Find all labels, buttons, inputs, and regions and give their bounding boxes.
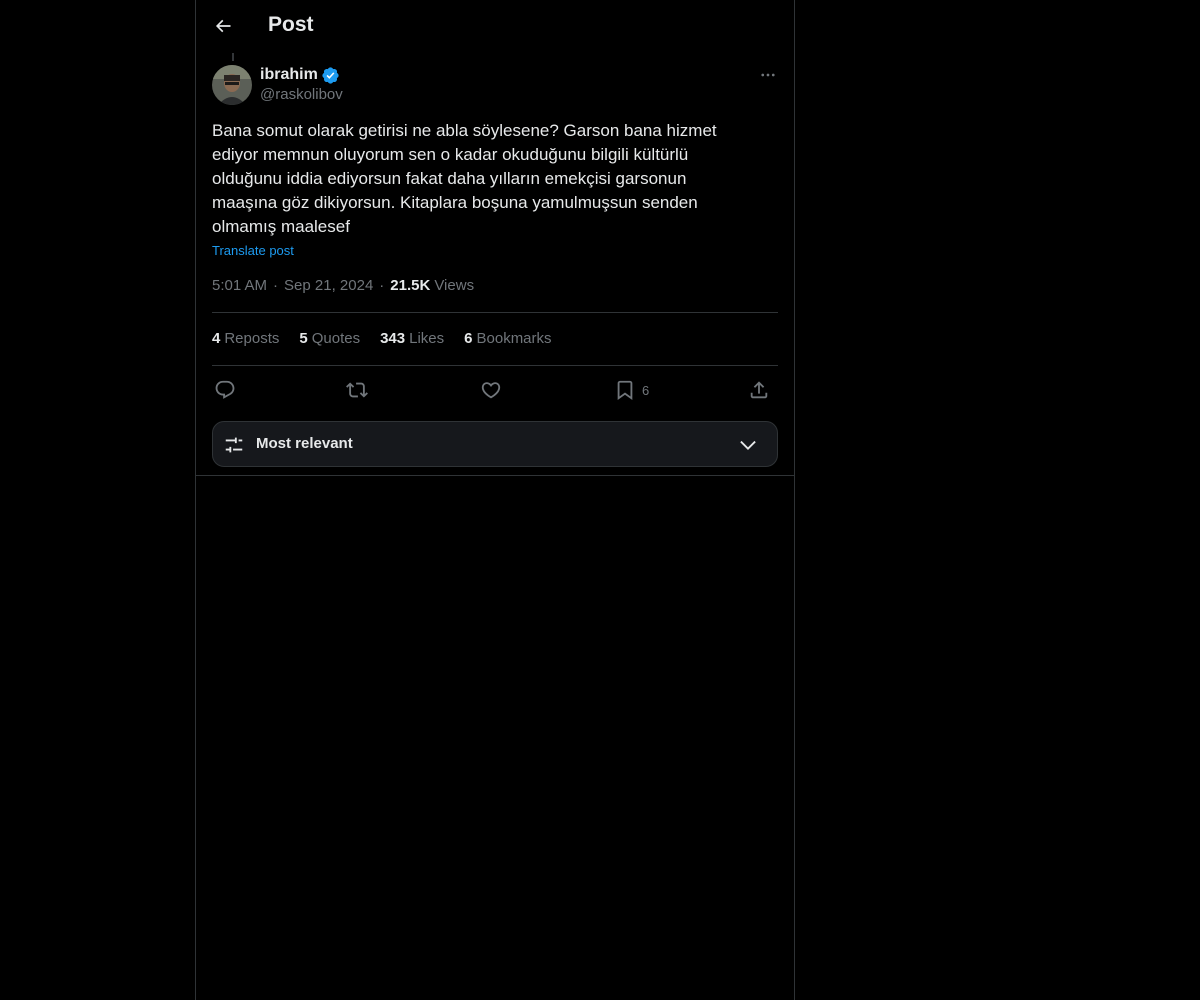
stat-count: 343 xyxy=(380,330,406,347)
post-meta: 5:01 AM · Sep 21, 2024 · 21.5K Views xyxy=(212,277,474,294)
stat-bookmarks[interactable]: 6 Bookmarks xyxy=(464,330,551,347)
engagement-stats: 4 Reposts 5 Quotes 343 Likes 6 Bookmarks xyxy=(212,330,572,347)
display-name-row: ibrahim xyxy=(260,64,343,86)
bookmark-count: 6 xyxy=(642,382,650,398)
share-icon xyxy=(750,381,768,399)
views-count: 21.5K xyxy=(390,277,431,294)
section-divider xyxy=(196,475,794,476)
repost-button[interactable] xyxy=(346,377,374,403)
page-title: Post xyxy=(268,13,314,36)
post-time[interactable]: 5:01 AM xyxy=(212,277,267,294)
stat-count: 5 xyxy=(299,330,308,347)
user-handle[interactable]: @raskolibov xyxy=(260,86,343,103)
bookmark-button[interactable]: 6 xyxy=(614,377,649,403)
divider xyxy=(212,312,778,313)
stat-label: Quotes xyxy=(311,330,361,347)
verified-badge-icon xyxy=(321,66,340,85)
action-bar: 6 xyxy=(212,377,778,403)
more-options-button[interactable] xyxy=(752,63,784,87)
stat-label: Reposts xyxy=(224,330,280,347)
arrow-left-icon xyxy=(215,19,231,33)
display-name[interactable]: ibrahim xyxy=(260,66,318,84)
stat-label: Likes xyxy=(409,330,445,347)
repost-icon xyxy=(346,382,368,398)
reply-icon xyxy=(215,380,235,399)
main-column: Post ibrahim @raskolibov Bana somut olar… xyxy=(195,0,795,1000)
sort-replies-dropdown[interactable]: Most relevant xyxy=(212,421,778,467)
avatar-image xyxy=(212,65,252,105)
sort-label: Most relevant xyxy=(256,435,353,452)
like-button[interactable] xyxy=(480,377,508,403)
separator-dot: · xyxy=(273,277,279,294)
more-horizontal-icon xyxy=(761,73,775,77)
stat-label: Bookmarks xyxy=(476,330,552,347)
thread-line xyxy=(232,53,234,61)
views-label: Views xyxy=(434,277,475,294)
sliders-icon xyxy=(225,437,243,453)
share-button[interactable] xyxy=(748,377,776,403)
bookmark-icon xyxy=(617,380,633,401)
back-button[interactable] xyxy=(206,9,240,43)
stat-quotes[interactable]: 5 Quotes xyxy=(299,330,360,347)
author-info: ibrahim @raskolibov xyxy=(260,64,343,103)
divider xyxy=(212,365,778,366)
stat-likes[interactable]: 343 Likes xyxy=(380,330,444,347)
heart-icon xyxy=(481,382,501,399)
stat-reposts[interactable]: 4 Reposts xyxy=(212,330,279,347)
translate-post-link[interactable]: Translate post xyxy=(212,243,294,258)
stat-count: 4 xyxy=(212,330,221,347)
post-date[interactable]: Sep 21, 2024 xyxy=(284,277,373,294)
post-header: Post xyxy=(196,0,794,53)
avatar[interactable] xyxy=(212,65,252,105)
reply-button[interactable] xyxy=(214,377,242,403)
chevron-down-icon xyxy=(740,440,756,450)
post-text: Bana somut olarak getirisi ne abla söyle… xyxy=(212,121,717,236)
stat-count: 6 xyxy=(464,330,473,347)
separator-dot: · xyxy=(379,277,385,294)
